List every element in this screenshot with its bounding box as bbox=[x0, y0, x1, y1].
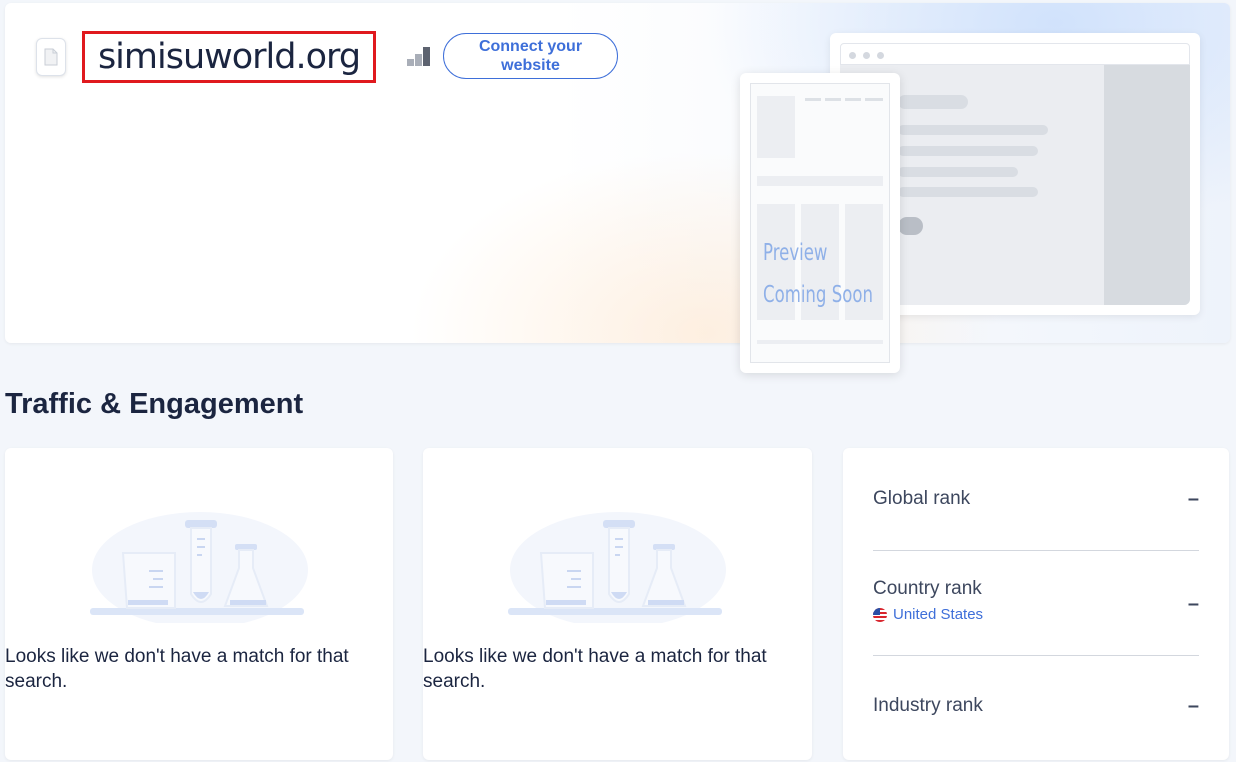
site-title: simisuworld.org bbox=[97, 37, 361, 77]
ranks-card: Global rank – Country rank – United Stat… bbox=[843, 448, 1229, 760]
us-flag-icon bbox=[873, 607, 887, 622]
lab-empty-state-icon bbox=[508, 512, 726, 623]
traffic-card-2: Looks like we don't have a match for tha… bbox=[423, 448, 812, 760]
connect-website-label: Connect your website bbox=[478, 38, 583, 74]
country-link[interactable]: United States bbox=[873, 606, 1199, 623]
window-dot bbox=[849, 52, 856, 59]
divider bbox=[873, 550, 1199, 551]
country-rank-row: Country rank – United States bbox=[873, 578, 1199, 623]
preview-line-1: Preview bbox=[763, 240, 828, 266]
rank-bars-icon[interactable] bbox=[407, 45, 431, 67]
lab-empty-state-icon bbox=[90, 512, 308, 623]
window-dot bbox=[877, 52, 884, 59]
browser-bar bbox=[840, 43, 1190, 65]
empty-state-message: Looks like we don't have a match for tha… bbox=[423, 646, 767, 692]
mobile-preview-mockup: Preview Coming Soon bbox=[740, 73, 900, 373]
industry-rank-label: Industry rank bbox=[873, 695, 983, 716]
industry-rank-value: – bbox=[1187, 695, 1199, 717]
global-rank-row: Global rank – bbox=[873, 488, 1199, 510]
mobile-screen: Preview Coming Soon bbox=[750, 83, 890, 363]
country-rank-value: – bbox=[1187, 593, 1199, 615]
window-dot bbox=[863, 52, 870, 59]
site-title-highlight: simisuworld.org bbox=[82, 31, 376, 83]
section-title: Traffic & Engagement bbox=[5, 388, 304, 420]
preview-coming-soon: Preview Coming Soon bbox=[763, 232, 873, 316]
preview-line-2: Coming Soon bbox=[763, 282, 873, 308]
file-icon bbox=[36, 38, 66, 76]
traffic-card-1: Looks like we don't have a match for tha… bbox=[5, 448, 393, 760]
country-rank-label: Country rank bbox=[873, 578, 982, 599]
global-rank-value: – bbox=[1187, 488, 1199, 510]
divider bbox=[873, 655, 1199, 656]
global-rank-label: Global rank bbox=[873, 488, 971, 509]
industry-rank-row: Industry rank – bbox=[873, 695, 1199, 717]
empty-state-message: Looks like we don't have a match for tha… bbox=[5, 646, 349, 692]
connect-website-button[interactable]: Connect your website bbox=[443, 33, 618, 79]
country-name: United States bbox=[893, 606, 984, 623]
